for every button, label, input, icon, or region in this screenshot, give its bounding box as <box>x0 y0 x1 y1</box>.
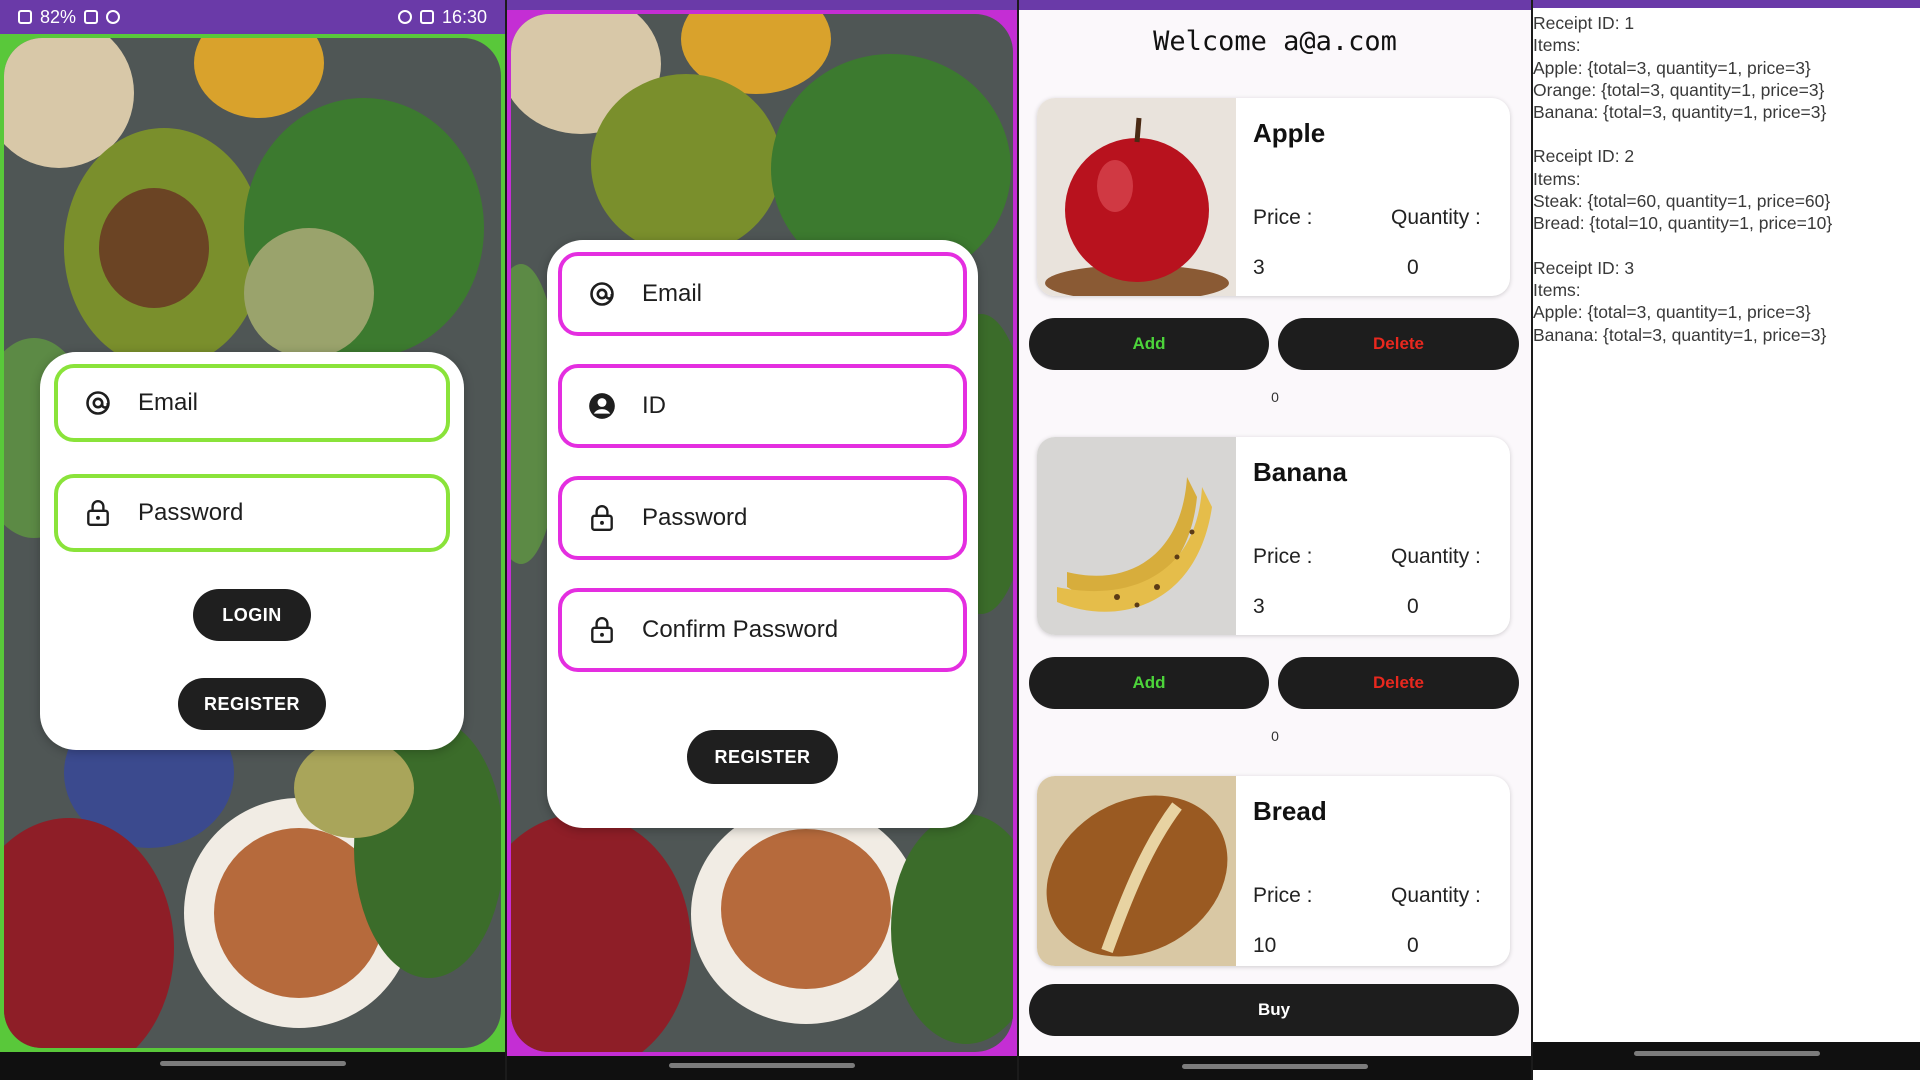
register-button[interactable]: REGISTER <box>178 678 326 730</box>
login-screen: 82% 16:30 Email Password LOGIN REGISTER <box>0 0 505 1080</box>
product-name: Apple <box>1253 118 1326 148</box>
password-field[interactable]: Password <box>54 474 450 552</box>
email-placeholder: Email <box>642 280 703 307</box>
battery-level: 82% <box>40 6 77 27</box>
welcome-title: Welcome a@a.com <box>1153 26 1397 57</box>
bread-image <box>1037 776 1236 966</box>
id-placeholder: ID <box>642 392 666 419</box>
price-label: Price : <box>1253 884 1313 907</box>
price-value: 3 <box>1253 595 1265 618</box>
price-value: 10 <box>1253 934 1277 957</box>
wifi-icon <box>106 10 121 24</box>
email-field[interactable]: Email <box>54 364 450 442</box>
receipt-id: Receipt ID: 1 <box>1533 13 1635 33</box>
receipt-line: Apple: {total=3, quantity=1, price=3} <box>1533 302 1811 323</box>
password-field[interactable]: Password <box>558 476 967 560</box>
delete-apple-button[interactable]: Delete <box>1278 318 1519 370</box>
quantity-label: Quantity : <box>1391 884 1481 907</box>
receipt-line: Banana: {total=3, quantity=1, price=3} <box>1533 324 1827 345</box>
id-field[interactable]: ID <box>558 364 967 448</box>
price-value: 3 <box>1253 256 1265 279</box>
confirm-password-placeholder: Confirm Password <box>642 616 839 643</box>
signal-icon <box>84 10 99 24</box>
quantity-value: 0 <box>1407 595 1419 618</box>
register-card: Email ID Password Confirm Password REGIS… <box>547 240 978 828</box>
at-sign-icon <box>84 389 112 417</box>
buy-button[interactable]: Buy <box>1029 984 1519 1036</box>
product-card-apple: Apple Price : Quantity : 3 0 <box>1037 98 1510 296</box>
quantity-value: 0 <box>1407 256 1419 279</box>
quantity-label: Quantity : <box>1391 545 1481 568</box>
at-sign-icon <box>588 280 616 308</box>
receipts-list: Receipt ID: 1 Items: Apple: {total=3, qu… <box>1533 12 1920 368</box>
receipt-2: Receipt ID: 2 Items: Steak: {total=60, q… <box>1533 145 1920 234</box>
receipt-1: Receipt ID: 1 Items: Apple: {total=3, qu… <box>1533 12 1920 123</box>
receipt-3: Receipt ID: 3 Items: Apple: {total=3, qu… <box>1533 257 1920 346</box>
lock-icon <box>588 504 616 532</box>
account-circle-icon <box>588 392 616 420</box>
apple-counter: 0 <box>1271 389 1279 405</box>
email-placeholder: Email <box>138 389 199 416</box>
gesture-nav-bar <box>0 1052 505 1080</box>
login-button[interactable]: LOGIN <box>193 589 311 641</box>
items-label: Items: <box>1533 35 1581 56</box>
add-banana-button[interactable]: Add <box>1029 657 1269 709</box>
banana-counter: 0 <box>1271 728 1279 744</box>
receipts-screen: Receipt ID: 1 Items: Apple: {total=3, qu… <box>1533 0 1920 1080</box>
mail-icon <box>419 10 434 24</box>
apple-image <box>1037 98 1236 296</box>
status-bar <box>1533 0 1920 8</box>
gesture-nav-bar <box>1533 1042 1920 1070</box>
receipt-line: Banana: {total=3, quantity=1, price=3} <box>1533 102 1827 123</box>
lock-icon <box>588 616 616 644</box>
delete-banana-button[interactable]: Delete <box>1278 657 1519 709</box>
banana-image <box>1037 437 1236 635</box>
login-card: Email Password LOGIN REGISTER <box>40 352 464 750</box>
sync-icon <box>397 10 412 24</box>
price-label: Price : <box>1253 545 1313 568</box>
product-card-bread: Bread Price : Quantity : 10 0 <box>1037 776 1510 966</box>
add-apple-button[interactable]: Add <box>1029 318 1269 370</box>
receipt-line: Apple: {total=3, quantity=1, price=3} <box>1533 57 1811 78</box>
shop-screen: Welcome a@a.com Apple Price : Quantity :… <box>1019 0 1531 1080</box>
price-label: Price : <box>1253 206 1313 229</box>
register-button[interactable]: REGISTER <box>687 730 838 784</box>
status-bar <box>1019 0 1531 10</box>
status-time: 16:30 <box>441 6 487 27</box>
receipt-id: Receipt ID: 3 <box>1533 257 1635 278</box>
items-label: Items: <box>1533 279 1581 300</box>
email-field[interactable]: Email <box>558 252 967 336</box>
gesture-nav-bar <box>507 1056 1017 1080</box>
register-screen: Email ID Password Confirm Password REGIS… <box>507 0 1017 1080</box>
receipt-id: Receipt ID: 2 <box>1533 146 1635 167</box>
quantity-label: Quantity : <box>1391 206 1481 229</box>
gesture-nav-bar <box>1019 1056 1531 1080</box>
home-indicator[interactable] <box>1633 1051 1820 1056</box>
product-card-banana: Banana Price : Quantity : 3 0 <box>1037 437 1510 635</box>
receipt-line: Bread: {total=10, quantity=1, price=10} <box>1533 213 1833 234</box>
home-indicator[interactable] <box>1182 1064 1368 1069</box>
password-placeholder: Password <box>642 504 748 531</box>
home-indicator[interactable] <box>669 1063 855 1068</box>
product-name: Bread <box>1253 796 1327 826</box>
receipt-line: Steak: {total=60, quantity=1, price=60} <box>1533 191 1831 212</box>
confirm-password-field[interactable]: Confirm Password <box>558 588 967 672</box>
battery-icon <box>18 10 32 24</box>
items-label: Items: <box>1533 168 1581 189</box>
home-indicator[interactable] <box>159 1061 346 1066</box>
password-placeholder: Password <box>138 499 244 526</box>
quantity-value: 0 <box>1407 934 1419 957</box>
status-bar: 82% 16:30 <box>0 0 505 34</box>
lock-icon <box>84 499 112 527</box>
status-bar <box>507 0 1017 10</box>
receipt-line: Orange: {total=3, quantity=1, price=3} <box>1533 79 1825 100</box>
product-name: Banana <box>1253 457 1347 487</box>
